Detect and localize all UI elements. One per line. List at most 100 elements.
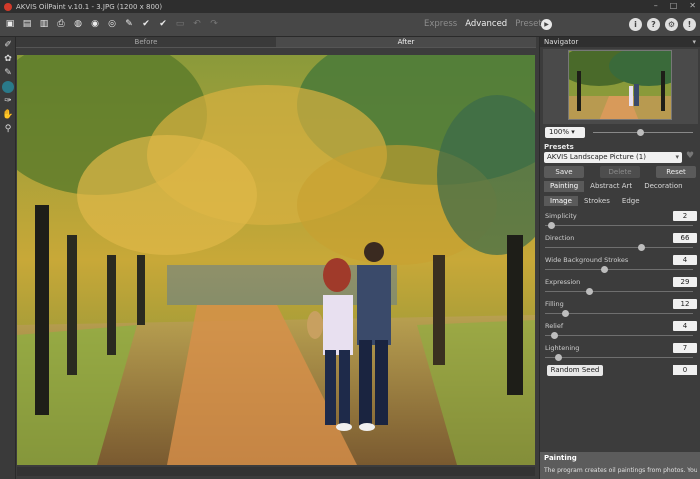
random-seed-button[interactable]: Random Seed [547, 365, 603, 376]
collapse-icon[interactable]: ▾ [692, 37, 696, 47]
open-icon[interactable]: ▣ [3, 17, 17, 31]
param-slider[interactable] [545, 332, 693, 339]
param-filling: Filling 12 [545, 299, 697, 322]
image-canvas[interactable] [17, 55, 535, 465]
random-seed-row: Random Seed 0 [545, 365, 697, 377]
zoom-slider[interactable] [593, 129, 693, 136]
param-value-field[interactable]: 12 [673, 299, 697, 309]
preset-selected-value: AKVIS Landscape Picture (1) [547, 153, 646, 161]
param-wide-background-strokes: Wide Background Strokes 4 [545, 255, 697, 278]
favorite-heart-icon[interactable]: ♥ [686, 151, 694, 161]
redo-icon[interactable]: ↷ [207, 17, 221, 31]
app-logo-icon [4, 2, 12, 11]
presets-label: Presets [544, 143, 574, 151]
zoom-row: 100% ▾ [545, 127, 695, 139]
navigator-title: Navigator [544, 38, 579, 46]
view-tabs: Before After [16, 37, 536, 48]
import-icon[interactable]: ◉ [88, 17, 102, 31]
param-expression: Expression 29 [545, 277, 697, 300]
settings-panel: Navigator ▾ 100% ▾ Presets AKVIS Landsca… [539, 37, 700, 479]
preset-select[interactable]: AKVIS Landscape Picture (1) ▾ [544, 152, 682, 163]
batch-icon[interactable]: ◍ [71, 17, 85, 31]
param-slider[interactable] [545, 222, 693, 229]
clone-icon[interactable]: ✿ [2, 53, 14, 65]
tab-before[interactable]: Before [16, 37, 276, 48]
eraser-icon[interactable]: ✐ [2, 39, 14, 51]
param-value-field[interactable]: 7 [673, 343, 697, 353]
export-icon[interactable]: ◎ [105, 17, 119, 31]
help-title: Painting [544, 454, 577, 462]
oil-painting-image [17, 55, 535, 465]
brush-icon[interactable]: ✎ [122, 17, 136, 31]
maximize-button[interactable]: □ [670, 1, 678, 10]
param-slider[interactable] [545, 310, 693, 317]
thumbnail-image [569, 51, 671, 119]
effect-tabs: Painting Abstract Art Decoration [544, 181, 689, 192]
apply-icon[interactable]: ✔ [139, 17, 153, 31]
subtab-strokes[interactable]: Strokes [578, 196, 616, 206]
param-slider[interactable] [545, 354, 693, 361]
param-value-field[interactable]: 4 [673, 255, 697, 265]
tool-panel: ✐ ✿ ✎ ✑ ✋ ⚲ [0, 37, 16, 479]
minimize-button[interactable]: – [654, 1, 658, 10]
save-preset-button[interactable]: Save [544, 166, 584, 178]
main-toolbar: ▣ ▤ ▥ ⎙ ◍ ◉ ◎ ✎ ✔ ✔ ▭ ↶ ↷ Express Advanc… [0, 13, 700, 37]
tab-after[interactable]: After [276, 37, 536, 48]
navigator-header[interactable]: Navigator ▾ [540, 37, 700, 47]
param-label: Wide Background Strokes [545, 256, 629, 264]
param-label: Filling [545, 300, 564, 308]
param-direction: Direction 66 [545, 233, 697, 256]
info-icon[interactable]: i [629, 18, 642, 31]
close-button[interactable]: ✕ [689, 1, 696, 10]
navigator-thumbnail[interactable] [568, 50, 672, 120]
param-value-field[interactable]: 2 [673, 211, 697, 221]
mode-advanced[interactable]: Advanced [465, 19, 507, 29]
tab-abstract-art[interactable]: Abstract Art [584, 181, 638, 192]
reset-preset-button[interactable]: Reset [656, 166, 696, 178]
param-label: Lightening [545, 344, 580, 352]
param-slider[interactable] [545, 244, 693, 251]
param-value-field[interactable]: 29 [673, 277, 697, 287]
zoom-slider-knob[interactable] [637, 129, 644, 136]
mode-express[interactable]: Express [424, 19, 457, 29]
zoom-icon[interactable]: ⚲ [2, 123, 14, 135]
param-value-field[interactable]: 4 [673, 321, 697, 331]
help-icon[interactable]: ? [647, 18, 660, 31]
save-icon[interactable]: ▤ [20, 17, 34, 31]
param-label: Simplicity [545, 212, 577, 220]
horizontal-scrollbar[interactable] [17, 467, 535, 476]
param-label: Relief [545, 322, 564, 330]
help-box: Painting The program creates oil paintin… [540, 452, 700, 479]
run-play-button[interactable]: ▶ [541, 19, 552, 30]
circle-tool-icon[interactable] [2, 81, 14, 93]
print-icon[interactable]: ⎙ [54, 17, 68, 31]
param-slider[interactable] [545, 288, 693, 295]
hand-icon[interactable]: ✋ [2, 109, 14, 121]
param-lightening: Lightening 7 [545, 343, 697, 366]
tab-decoration[interactable]: Decoration [638, 181, 688, 192]
paint-brush-icon[interactable]: ✎ [2, 67, 14, 79]
subtab-image[interactable]: Image [544, 196, 578, 206]
chevron-down-icon: ▾ [675, 153, 679, 161]
run-icon[interactable]: ✔ [156, 17, 170, 31]
help-text: The program creates oil paintings from p… [544, 467, 697, 474]
zoom-select[interactable]: 100% ▾ [545, 127, 585, 138]
subtab-edge[interactable]: Edge [616, 196, 646, 206]
stroke-icon[interactable]: ✑ [2, 95, 14, 107]
tab-painting[interactable]: Painting [544, 181, 585, 192]
undo-icon[interactable]: ↶ [190, 17, 204, 31]
param-label: Expression [545, 278, 581, 286]
param-slider[interactable] [545, 266, 693, 273]
param-simplicity: Simplicity 2 [545, 211, 697, 234]
settings-icon[interactable]: ⚙ [665, 18, 678, 31]
save-as-icon[interactable]: ▥ [37, 17, 51, 31]
painting-subtabs: Image Strokes Edge [544, 196, 646, 206]
param-relief: Relief 4 [545, 321, 697, 344]
param-value-field[interactable]: 66 [673, 233, 697, 243]
delete-preset-button[interactable]: Delete [600, 166, 640, 178]
disabled-icon: ▭ [175, 19, 185, 29]
param-label: Direction [545, 234, 575, 242]
title-bar: AKVIS OilPaint v.10.1 - 3.JPG (1200 x 80… [0, 0, 700, 13]
random-seed-value[interactable]: 0 [673, 365, 697, 375]
share-icon[interactable]: ! [683, 18, 696, 31]
